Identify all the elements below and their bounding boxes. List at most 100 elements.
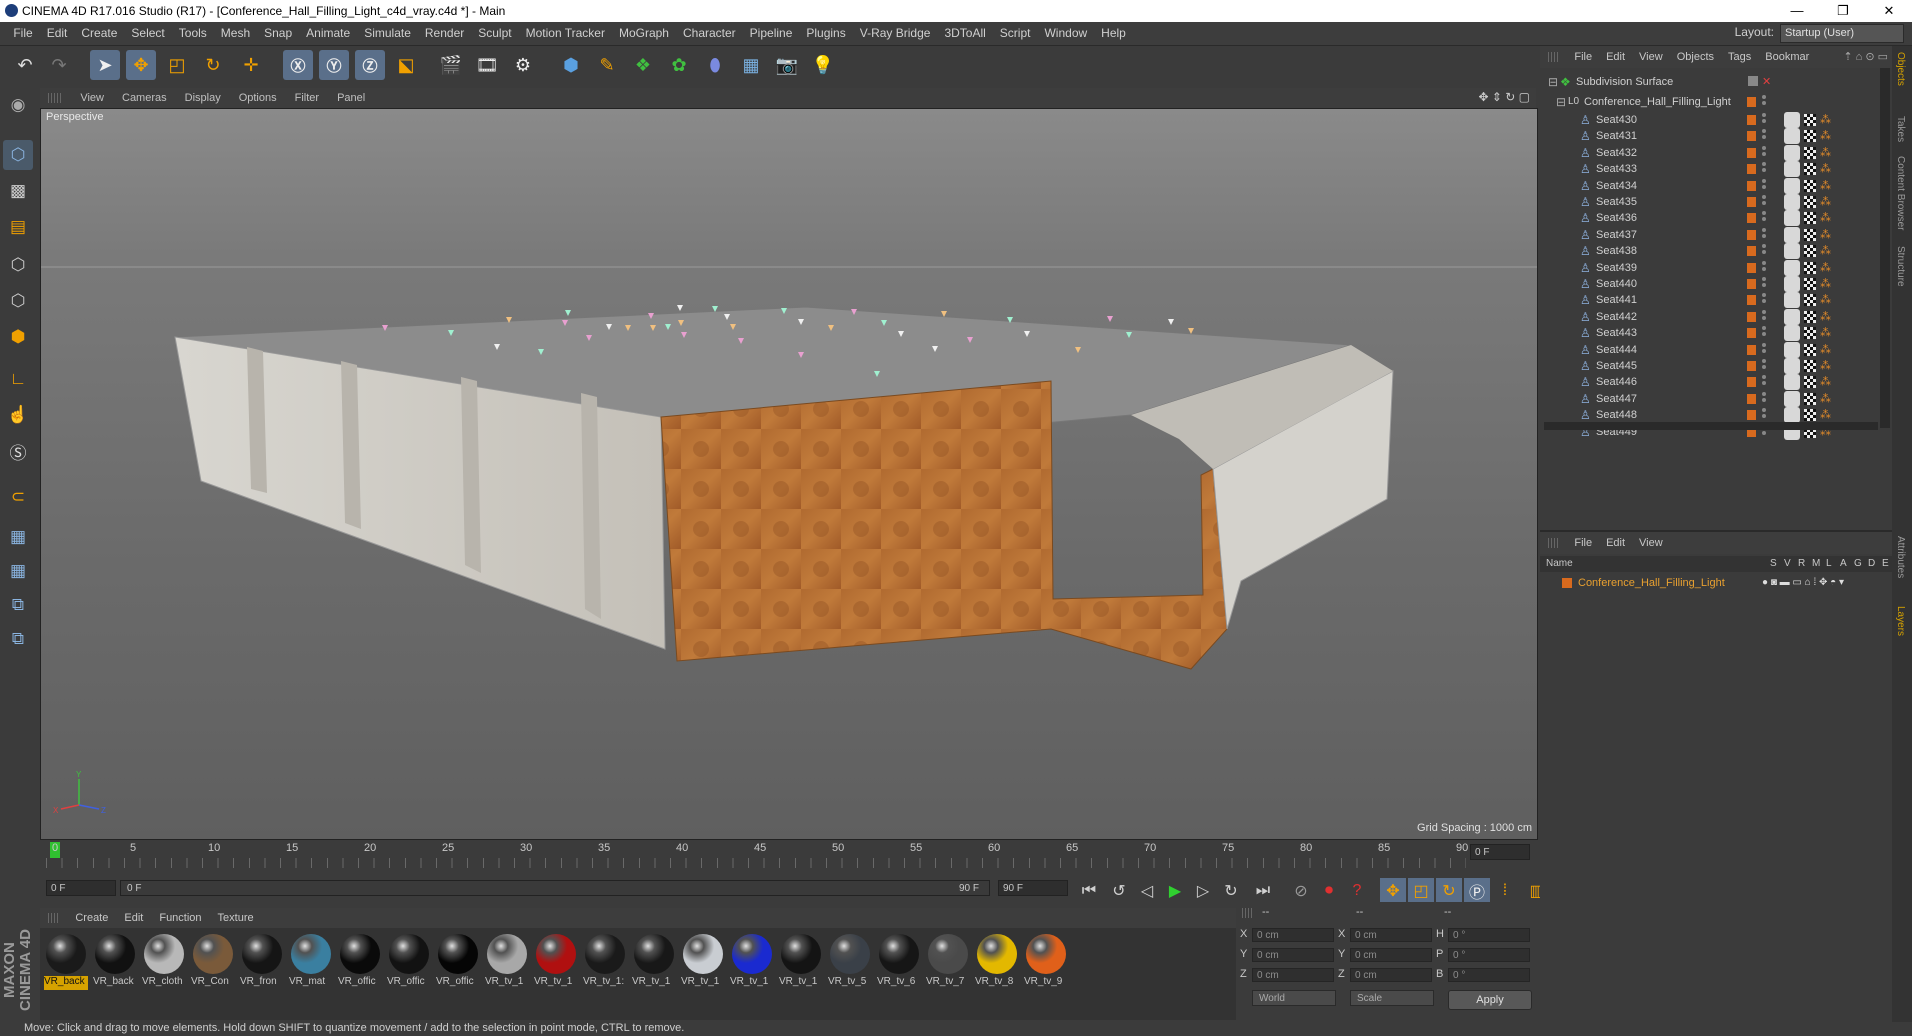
object-manager-hscrollbar[interactable] — [1544, 422, 1878, 430]
material-tag-icon[interactable]: ⁂ — [1820, 374, 1831, 390]
visibility-dots[interactable] — [1762, 145, 1766, 160]
vray-material-tag-icon[interactable] — [1784, 292, 1800, 309]
objects-menu-view[interactable]: View — [1632, 46, 1670, 68]
layer-color-swatch[interactable] — [1747, 262, 1756, 273]
layer-column-header[interactable]: S — [1770, 556, 1777, 572]
visibility-dots[interactable] — [1762, 408, 1766, 422]
keyframe-selection-icon[interactable]: ? — [1344, 878, 1370, 904]
layer-color-swatch[interactable] — [1747, 97, 1756, 107]
vray-material-tag-icon[interactable] — [1784, 259, 1800, 276]
texture-tag-icon[interactable] — [1804, 130, 1816, 143]
menu-mograph[interactable]: MoGraph — [612, 22, 676, 45]
object-row[interactable]: ♙ Seat441 ⁂ — [1540, 292, 1892, 309]
solo-mode-icon[interactable]: Ⓢ — [3, 436, 33, 466]
collapse-icon[interactable]: ⊟ — [1548, 72, 1558, 92]
object-row-conference-hall[interactable]: ⊟ L0 Conference_Hall_Filling_Light — [1540, 92, 1892, 112]
viewport-menu-view[interactable]: View — [71, 88, 113, 108]
material-tag-icon[interactable]: ⁂ — [1820, 309, 1831, 325]
material-swatch[interactable]: VR_tv_1: — [583, 932, 627, 994]
visibility-dots[interactable] — [1762, 293, 1766, 307]
menu-select[interactable]: Select — [124, 22, 171, 45]
scale-dropdown[interactable]: Scale — [1350, 990, 1434, 1006]
material-swatch[interactable]: VR_tv_9 — [1024, 932, 1068, 994]
texture-tag-icon[interactable] — [1804, 360, 1816, 372]
object-row[interactable]: ♙ Seat440 ⁂ — [1540, 276, 1892, 292]
texture-tag-icon[interactable] — [1804, 294, 1816, 307]
workplane-mode-icon[interactable]: ▤ — [3, 212, 33, 242]
enable-axis-icon[interactable]: ∟ — [3, 364, 33, 394]
size-z-field[interactable]: 0 cm — [1350, 968, 1432, 982]
visibility-dots[interactable] — [1762, 95, 1766, 109]
material-tag-icon[interactable]: ⁂ — [1820, 342, 1831, 358]
texture-tag-icon[interactable] — [1804, 327, 1816, 340]
material-swatch[interactable]: VR_offic — [338, 932, 382, 994]
layout-dropdown[interactable]: Startup (User) — [1780, 24, 1904, 43]
menu-vray-bridge[interactable]: V-Ray Bridge — [853, 22, 938, 45]
layer-column-header[interactable]: M — [1812, 556, 1820, 572]
material-swatch[interactable]: VR_tv_1 — [485, 932, 529, 994]
play-forward-icon[interactable]: ▶ — [1162, 878, 1188, 904]
next-frame-icon[interactable]: ▷ — [1190, 878, 1216, 904]
snap-magnet-icon[interactable]: ⊂ — [3, 482, 33, 512]
material-tag-icon[interactable]: ⁂ — [1820, 194, 1831, 210]
light-bulb-icon[interactable]: 💡 — [808, 50, 838, 80]
layer-color-swatch[interactable] — [1747, 197, 1756, 207]
select-arrow-icon[interactable]: ➤ — [90, 50, 120, 80]
menu-mesh[interactable]: Mesh — [214, 22, 257, 45]
material-swatch[interactable]: VR_tv_1 — [632, 932, 676, 994]
menu-tools[interactable]: Tools — [172, 22, 214, 45]
viewport-menu-display[interactable]: Display — [176, 88, 230, 108]
texture-tag-icon[interactable] — [1804, 114, 1816, 126]
material-tag-icon[interactable]: ⁂ — [1820, 292, 1831, 308]
python-script-icon[interactable]: ⧉ — [3, 590, 33, 620]
material-swatch[interactable]: VR_tv_7 — [926, 932, 970, 994]
objects-menu-file[interactable]: File — [1567, 46, 1599, 68]
rotation-p-field[interactable]: 0 ° — [1448, 948, 1530, 962]
vray-material-tag-icon[interactable] — [1784, 308, 1800, 325]
vray-material-tag-icon[interactable] — [1784, 276, 1800, 292]
material-tag-icon[interactable]: ⁂ — [1820, 325, 1831, 341]
render-settings-icon[interactable]: ⚙ — [508, 50, 538, 80]
position-z-field[interactable]: 0 cm — [1252, 968, 1334, 982]
texture-mode-icon[interactable]: ▩ — [3, 176, 33, 206]
vray-material-tag-icon[interactable] — [1784, 194, 1800, 210]
size-y-field[interactable]: 0 cm — [1350, 948, 1432, 962]
layer-color-swatch[interactable] — [1747, 213, 1756, 224]
material-swatch[interactable]: VR_Con — [191, 932, 235, 994]
polygons-mode-icon[interactable]: ⬢ — [3, 322, 33, 352]
scale-key-icon[interactable]: ◰ — [1408, 878, 1434, 904]
texture-tag-icon[interactable] — [1804, 261, 1816, 274]
locked-workplane-icon[interactable]: ▦ — [3, 522, 33, 552]
material-swatch[interactable]: VR_back — [44, 932, 88, 994]
x-axis-lock-icon[interactable]: Ⓧ — [283, 50, 313, 80]
visibility-dots[interactable] — [1762, 162, 1766, 176]
texture-tag-icon[interactable] — [1804, 310, 1816, 323]
tweak-mode-icon[interactable]: ☝ — [3, 400, 33, 430]
layer-column-header[interactable]: V — [1784, 556, 1791, 572]
material-swatch[interactable]: VR_tv_1 — [534, 932, 578, 994]
material-tag-icon[interactable]: ⁂ — [1820, 178, 1831, 194]
viewport-menu-panel[interactable]: Panel — [328, 88, 374, 108]
disabled-check-icon[interactable]: ✕ — [1762, 72, 1771, 92]
material-tag-icon[interactable]: ⁂ — [1820, 276, 1831, 292]
menu-sculpt[interactable]: Sculpt — [471, 22, 518, 45]
material-swatch[interactable]: VR_mat — [289, 932, 333, 994]
previous-frame-icon[interactable]: ◁ — [1134, 878, 1160, 904]
visibility-dots[interactable] — [1762, 326, 1766, 340]
object-manager-scrollbar[interactable] — [1880, 68, 1890, 428]
object-row[interactable]: ♙ Seat434 ⁂ — [1540, 177, 1892, 194]
material-swatch[interactable]: VR_tv_6 — [877, 932, 921, 994]
render-view-icon[interactable]: 🎬 — [436, 50, 466, 80]
visibility-dots[interactable] — [1762, 277, 1766, 291]
menu-render[interactable]: Render — [418, 22, 471, 45]
menu-animate[interactable]: Animate — [299, 22, 357, 45]
python-script-2-icon[interactable]: ⧉ — [3, 624, 33, 654]
material-tag-icon[interactable]: ⁂ — [1820, 227, 1831, 243]
texture-tag-icon[interactable] — [1804, 245, 1816, 258]
autokeying-icon[interactable]: ⏺ — [1316, 878, 1342, 904]
menu-edit[interactable]: Edit — [40, 22, 75, 45]
material-menu-edit[interactable]: Edit — [116, 908, 151, 928]
menu-plugins[interactable]: Plugins — [799, 22, 852, 45]
layers-menu-view[interactable]: View — [1632, 532, 1670, 554]
cube-primitive-icon[interactable]: ⬢ — [556, 50, 586, 80]
